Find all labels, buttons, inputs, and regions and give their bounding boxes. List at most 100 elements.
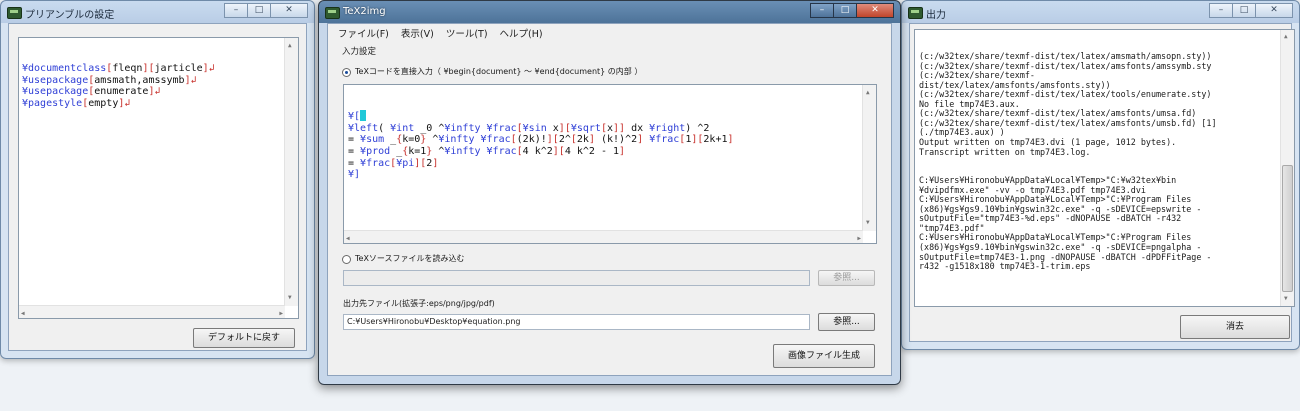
scroll-right-icon[interactable]: ▶	[279, 308, 283, 318]
code-token: =	[348, 157, 361, 169]
code-token: ¥sin	[522, 122, 547, 134]
source-file-field[interactable]	[343, 270, 810, 286]
code-token: empty	[88, 97, 119, 109]
scroll-up-icon[interactable]: ▲	[288, 40, 292, 52]
code-token: ¥infty	[438, 134, 475, 146]
code-line: ¥[	[348, 110, 872, 123]
code-token: ]	[619, 145, 626, 157]
code-token: _	[390, 145, 403, 157]
minimize-icon[interactable]: –	[224, 3, 248, 18]
menu-help[interactable]: ヘルプ(H)	[500, 26, 543, 40]
maximize-icon[interactable]: □	[833, 3, 857, 18]
code-token: 2k+1	[703, 134, 728, 146]
preamble-client: ¥documentclass[fleqn][jarticle]↲ ¥usepack…	[8, 23, 307, 351]
code-token: fleqn	[112, 63, 143, 75]
minimize-icon[interactable]: –	[1209, 3, 1233, 18]
code-token: ¥infty	[444, 145, 481, 157]
code-token: ][	[552, 145, 565, 157]
vertical-scrollbar[interactable]: ▲ ▼	[1280, 30, 1294, 306]
code-token: jarticle	[154, 63, 203, 75]
menu-view[interactable]: 表示(V)	[401, 26, 434, 40]
code-token: 4 k^2 - 1	[564, 145, 620, 157]
scroll-down-icon[interactable]: ▼	[866, 217, 870, 229]
code-token: ¥]	[348, 169, 361, 181]
scroll-down-icon[interactable]: ▼	[288, 292, 292, 304]
code-token: ^	[426, 134, 439, 146]
generate-image-button[interactable]: 画像ファイル生成	[773, 344, 875, 368]
menu-bar: ファイル(F) 表示(V) ツール(T) ヘルプ(H)	[328, 24, 891, 42]
file-input-radio[interactable]	[342, 255, 351, 264]
vertical-scrollbar[interactable]: ▲ ▼	[284, 38, 298, 306]
main-client: ファイル(F) 表示(V) ツール(T) ヘルプ(H) 入力設定 TeXコードを…	[327, 23, 892, 376]
code-line: ¥left( ¥int _0 ^¥infty ¥frac[¥sin x][¥sq…	[348, 123, 872, 135]
app-icon	[908, 7, 923, 19]
preamble-line: ¥usepackage[enumerate]↲	[22, 86, 295, 98]
code-token: ¥right	[649, 122, 686, 134]
code-line: = ¥prod _{k=1} ^¥infty ¥frac[4 k^2][4 k^…	[348, 146, 872, 158]
code-token: ]]	[613, 122, 626, 134]
code-token: ¥frac	[649, 134, 680, 146]
preamble-line: ¥pagestyle[empty]↲	[22, 98, 295, 110]
scroll-left-icon[interactable]: ◀	[346, 233, 350, 243]
code-token: enumerate	[94, 86, 149, 98]
code-token: ↲	[124, 97, 131, 109]
source-browse-button[interactable]: 参照...	[818, 270, 875, 286]
menu-file[interactable]: ファイル(F)	[338, 26, 389, 40]
output-log[interactable]: (c:/w32tex/share/texmf-dist/tex/latex/am…	[914, 29, 1295, 307]
code-token: ]	[432, 157, 439, 169]
close-icon[interactable]: ✕	[270, 3, 308, 18]
scroll-right-icon[interactable]: ▶	[857, 233, 861, 243]
preamble-editor[interactable]: ¥documentclass[fleqn][jarticle]↲ ¥usepack…	[18, 37, 299, 319]
code-token: ][	[558, 122, 571, 134]
output-browse-button[interactable]: 参照...	[818, 313, 875, 331]
main-titlebar[interactable]: TeX2img – □ ✕	[319, 1, 900, 23]
scroll-thumb[interactable]	[1282, 165, 1293, 292]
menu-tools[interactable]: ツール(T)	[446, 26, 488, 40]
code-token: ¥int	[390, 122, 415, 134]
code-token: ↲	[154, 86, 161, 98]
horizontal-scrollbar[interactable]: ◀ ▶	[344, 230, 863, 243]
scroll-left-icon[interactable]: ◀	[21, 308, 25, 318]
file-input-label[interactable]: TeXソースファイルを読み込む	[355, 253, 465, 264]
code-token: k=1	[408, 145, 427, 157]
scroll-up-icon[interactable]: ▲	[1284, 32, 1288, 42]
code-token: k=0	[402, 134, 421, 146]
scroll-up-icon[interactable]: ▲	[866, 87, 870, 99]
output-client: (c:/w32tex/share/texmf-dist/tex/latex/am…	[909, 23, 1295, 342]
vertical-scrollbar[interactable]: ▲ ▼	[862, 85, 876, 231]
restore-default-button[interactable]: デフォルトに戻す	[193, 328, 295, 348]
code-token: ][	[414, 157, 427, 169]
minimize-icon[interactable]: –	[810, 3, 834, 18]
code-token: 4 k^2	[522, 145, 553, 157]
scroll-down-icon[interactable]: ▼	[1284, 294, 1288, 304]
text-caret	[360, 110, 367, 122]
close-icon[interactable]: ✕	[856, 3, 894, 18]
app-icon	[7, 7, 22, 19]
app-icon	[325, 7, 340, 19]
code-token: ¥infty	[444, 122, 481, 134]
code-token: ¥frac	[486, 122, 517, 134]
tex-code-editor[interactable]: ¥[¥left( ¥int _0 ^¥infty ¥frac[¥sin x][¥…	[343, 84, 877, 244]
code-token: ¥frac	[486, 145, 517, 157]
maximize-icon[interactable]: □	[1232, 3, 1256, 18]
code-line: = ¥sum _{k=0} ^¥infty ¥frac[(2k)!][2^[2k…	[348, 134, 872, 146]
clear-button[interactable]: 消去	[1180, 315, 1290, 339]
preamble-titlebar[interactable]: プリアンブルの設定 – □ ✕	[1, 1, 314, 23]
code-token: ↲	[208, 63, 215, 75]
window-title: TeX2img	[343, 6, 386, 17]
code-token: ↲	[190, 74, 197, 86]
maximize-icon[interactable]: □	[247, 3, 271, 18]
output-titlebar[interactable]: 出力 – □ ✕	[902, 1, 1299, 23]
code-token: _0 ^	[414, 122, 445, 134]
horizontal-scrollbar[interactable]: ◀ ▶	[19, 305, 285, 318]
code-token: =	[348, 145, 361, 157]
code-token: ][	[142, 63, 155, 75]
direct-input-radio[interactable]	[342, 68, 351, 77]
output-path-field[interactable]: C:¥Users¥Hironobu¥Desktop¥equation.png	[343, 314, 810, 330]
close-icon[interactable]: ✕	[1255, 3, 1293, 18]
code-token: ) ^2	[685, 122, 710, 134]
caption-buttons: – □ ✕	[1209, 3, 1293, 18]
code-token: ^	[432, 145, 445, 157]
direct-input-label[interactable]: TeXコードを直接入力（ ¥begin{document} 〜 ¥end{doc…	[355, 66, 642, 77]
code-token: x	[546, 122, 559, 134]
